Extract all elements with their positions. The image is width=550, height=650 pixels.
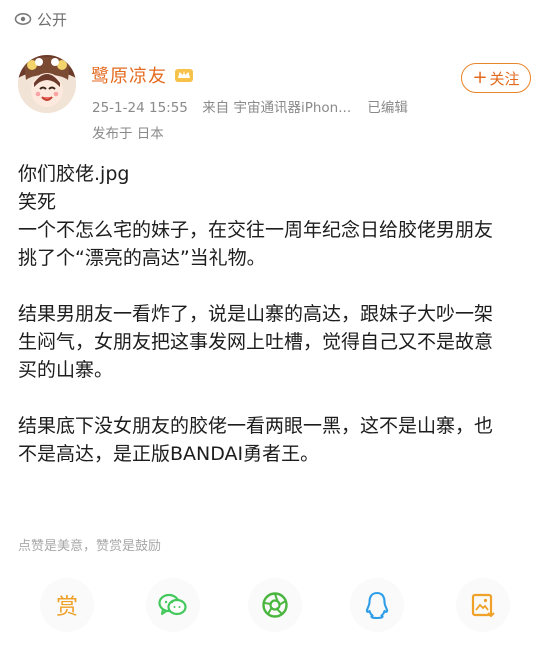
save-image-button[interactable] <box>456 578 510 632</box>
content-line: 你们胶佬.jpg <box>18 163 130 185</box>
reward-icon: 赏 <box>55 595 78 620</box>
reward-hint: 点赞是美意，赞赏是鼓励 <box>18 539 162 554</box>
reward-button[interactable]: 赏 <box>40 578 94 632</box>
vip-crown-icon <box>174 66 194 84</box>
qq-share-button[interactable] <box>350 578 404 632</box>
content-line: 结果底下没女朋友的胶佬一看两眼一黑，这不是山寨，也 <box>18 415 494 437</box>
follow-label: 关注 <box>489 69 520 88</box>
content-line: 结果男朋友一看炸了，说是山寨的高达，跟妹子大吵一架 <box>18 303 494 325</box>
content-line: 笑死 <box>18 191 57 213</box>
eye-icon <box>14 13 32 25</box>
content-line: 买的山寨。 <box>18 359 114 381</box>
wechat-share-button[interactable] <box>146 578 200 632</box>
action-bar: 赏 <box>0 578 550 634</box>
avatar[interactable] <box>18 55 76 113</box>
qq-icon <box>365 591 389 620</box>
wechat-icon <box>158 593 187 616</box>
post-content: 你们胶佬.jpg 笑死 一个不怎么宅的妹子，在交往一周年纪念日给胶佬男朋友 挑了… <box>18 160 538 468</box>
edited-label: 已编辑 <box>367 100 408 116</box>
published-from: 发布于 日本 <box>92 126 164 142</box>
visibility-indicator: 公开 <box>14 6 67 32</box>
post-date: 25-1-24 15:55 <box>92 100 188 116</box>
content-line: 挑了个“漂亮的高达”当礼物。 <box>18 247 266 269</box>
content-line: 不是高达，是正版BANDAI勇者王。 <box>18 443 320 465</box>
content-line: 生闷气，女朋友把这事发网上吐槽，觉得自己又不是故意 <box>18 331 494 353</box>
save-image-icon <box>471 593 495 618</box>
post-meta: 25-1-24 15:55 来自 宇宙通讯器iPhon... 已编辑 <box>92 96 418 116</box>
visibility-label: 公开 <box>37 10 68 29</box>
author-row: 鹭原凉友 <box>91 62 194 88</box>
author-name[interactable]: 鹭原凉友 <box>91 62 167 88</box>
plus-icon: + <box>472 67 488 88</box>
post-source: 来自 宇宙通讯器iPhon... <box>202 100 352 116</box>
follow-button[interactable]: + 关注 <box>461 63 531 93</box>
content-line: 一个不怎么宅的妹子，在交往一周年纪念日给胶佬男朋友 <box>18 219 494 241</box>
moments-share-button[interactable] <box>248 578 302 632</box>
moments-icon <box>262 592 288 618</box>
